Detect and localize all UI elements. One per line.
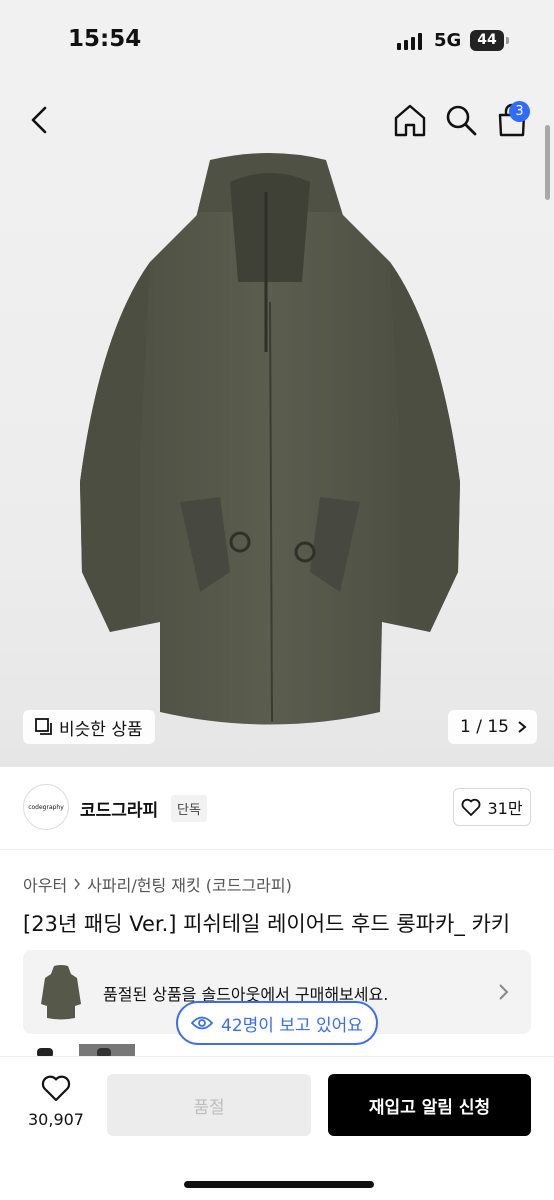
viewers-badge: 42명이 보고 있어요: [176, 1001, 378, 1045]
breadcrumb-subcategory[interactable]: 사파리/헌팅 재킷 (코드그라피): [87, 872, 292, 896]
purchase-bar: 30,907 품절 재입고 알림 신청: [0, 1056, 554, 1200]
status-bar: 15:54 5G 44: [0, 0, 554, 80]
signal-icon: [397, 32, 422, 50]
brand-like-button[interactable]: 31만: [453, 788, 531, 826]
back-icon[interactable]: [22, 102, 58, 138]
scrollbar[interactable]: [545, 125, 550, 200]
brand-row: codegraphy 코드그라피 단독 31만: [0, 784, 554, 834]
brand-like-count: 31만: [487, 799, 523, 818]
home-icon[interactable]: [392, 102, 428, 138]
product-page: 15:54 5G 44 3 비슷한 상품 1 / 15 codegraphy 코…: [0, 0, 554, 1200]
battery-icon: 44: [470, 30, 509, 51]
status-time: 15:54: [68, 26, 142, 52]
similar-products-label: 비슷한 상품: [59, 719, 143, 740]
brand-name[interactable]: 코드그라피: [80, 796, 158, 821]
viewers-text: 42명이 보고 있어요: [221, 1015, 363, 1036]
wish-count: 30,907: [28, 1110, 84, 1129]
soldout-product-thumbnail: [41, 965, 81, 1020]
wish-button[interactable]: 30,907: [22, 1075, 90, 1129]
brand-logo-text: codegraphy: [28, 803, 64, 811]
product-image: [80, 153, 460, 725]
product-title: [23년 패딩 Ver.] 피쉬테일 레이어드 후드 롱파카_ 카키: [23, 912, 511, 936]
image-counter-label: 1 / 15: [460, 717, 509, 737]
network-type: 5G: [434, 30, 462, 51]
eye-icon: [191, 1016, 214, 1030]
heart-icon: [41, 1075, 71, 1102]
product-image-gallery[interactable]: 3 비슷한 상품 1 / 15: [0, 80, 554, 767]
image-counter[interactable]: 1 / 15: [448, 710, 537, 744]
restock-alert-button[interactable]: 재입고 알림 신청: [328, 1074, 531, 1136]
chevron-right-icon: [74, 878, 81, 890]
similar-icon: [35, 718, 52, 735]
soldout-button: 품절: [107, 1074, 311, 1136]
chevron-right-icon: [518, 721, 527, 733]
chevron-right-icon: [499, 984, 509, 1000]
brand-logo[interactable]: codegraphy: [23, 784, 69, 830]
cart-count-badge: 3: [509, 101, 530, 122]
heart-icon: [462, 798, 481, 816]
home-indicator: [184, 1181, 374, 1188]
breadcrumb: 아우터 사파리/헌팅 재킷 (코드그라피): [23, 872, 292, 896]
search-icon[interactable]: [443, 102, 479, 138]
exclusive-badge: 단독: [171, 795, 207, 822]
breadcrumb-category[interactable]: 아우터: [23, 872, 67, 896]
divider: [0, 849, 554, 850]
similar-products-button[interactable]: 비슷한 상품: [23, 710, 155, 744]
